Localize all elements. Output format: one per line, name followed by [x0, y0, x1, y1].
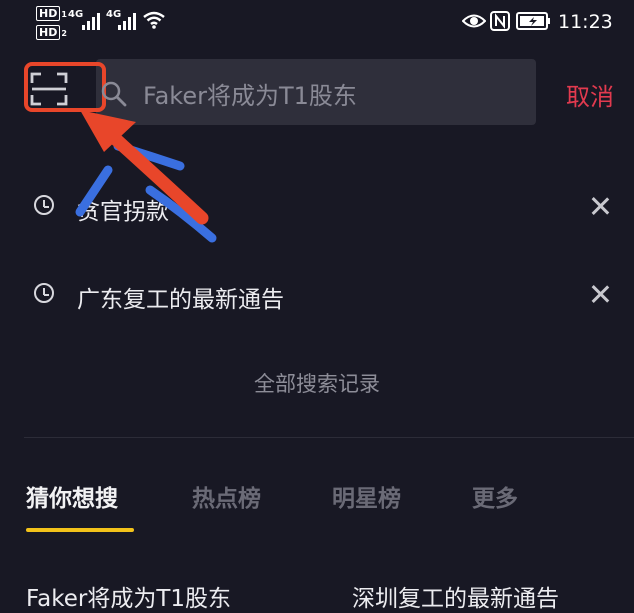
- remove-history-icon[interactable]: [590, 196, 610, 216]
- cancel-button[interactable]: 取消: [566, 77, 614, 112]
- clock-icon: [34, 195, 54, 215]
- battery-icon: [516, 12, 550, 30]
- sim1-hd-indicator: HD 1: [36, 6, 67, 21]
- active-tab-indicator: [26, 528, 134, 532]
- tab-more[interactable]: 更多: [472, 479, 518, 513]
- signal-strength-1-icon: [82, 12, 100, 30]
- scan-icon: [30, 72, 68, 106]
- clock-icon: [34, 283, 54, 303]
- search-placeholder[interactable]: Faker将成为T1股东: [143, 76, 357, 111]
- remove-history-icon[interactable]: [590, 284, 610, 304]
- sim2-hd-indicator: HD 2: [36, 25, 67, 40]
- history-item-label: 广东复工的最新通告: [77, 287, 284, 313]
- clock-time: 11:23: [558, 11, 613, 33]
- eye-comfort-icon: [462, 14, 486, 28]
- status-bar: HD 1 HD 2 4G 4G 11:23: [0, 0, 634, 46]
- signal-strength-2-icon: [118, 12, 136, 30]
- tab-hot-list[interactable]: 热点榜: [192, 479, 261, 513]
- nfc-icon: [490, 11, 510, 31]
- all-search-history-link[interactable]: 全部搜索记录: [0, 368, 634, 398]
- history-item-label: 贪官拐款: [77, 199, 169, 225]
- scan-button[interactable]: [24, 62, 106, 112]
- search-icon: [101, 81, 127, 107]
- suggestion-item[interactable]: Faker将成为T1股东: [26, 579, 231, 613]
- network-type-1: 4G: [68, 9, 84, 20]
- history-item[interactable]: 贪官拐款: [0, 178, 634, 236]
- history-item[interactable]: 广东复工的最新通告: [0, 264, 634, 322]
- divider: [24, 437, 634, 438]
- wifi-icon: [143, 11, 165, 29]
- tab-guess-you-search[interactable]: 猜你想搜: [26, 479, 118, 513]
- tab-star-list[interactable]: 明星榜: [332, 479, 401, 513]
- suggestion-item[interactable]: 深圳复工的最新通告: [352, 579, 559, 613]
